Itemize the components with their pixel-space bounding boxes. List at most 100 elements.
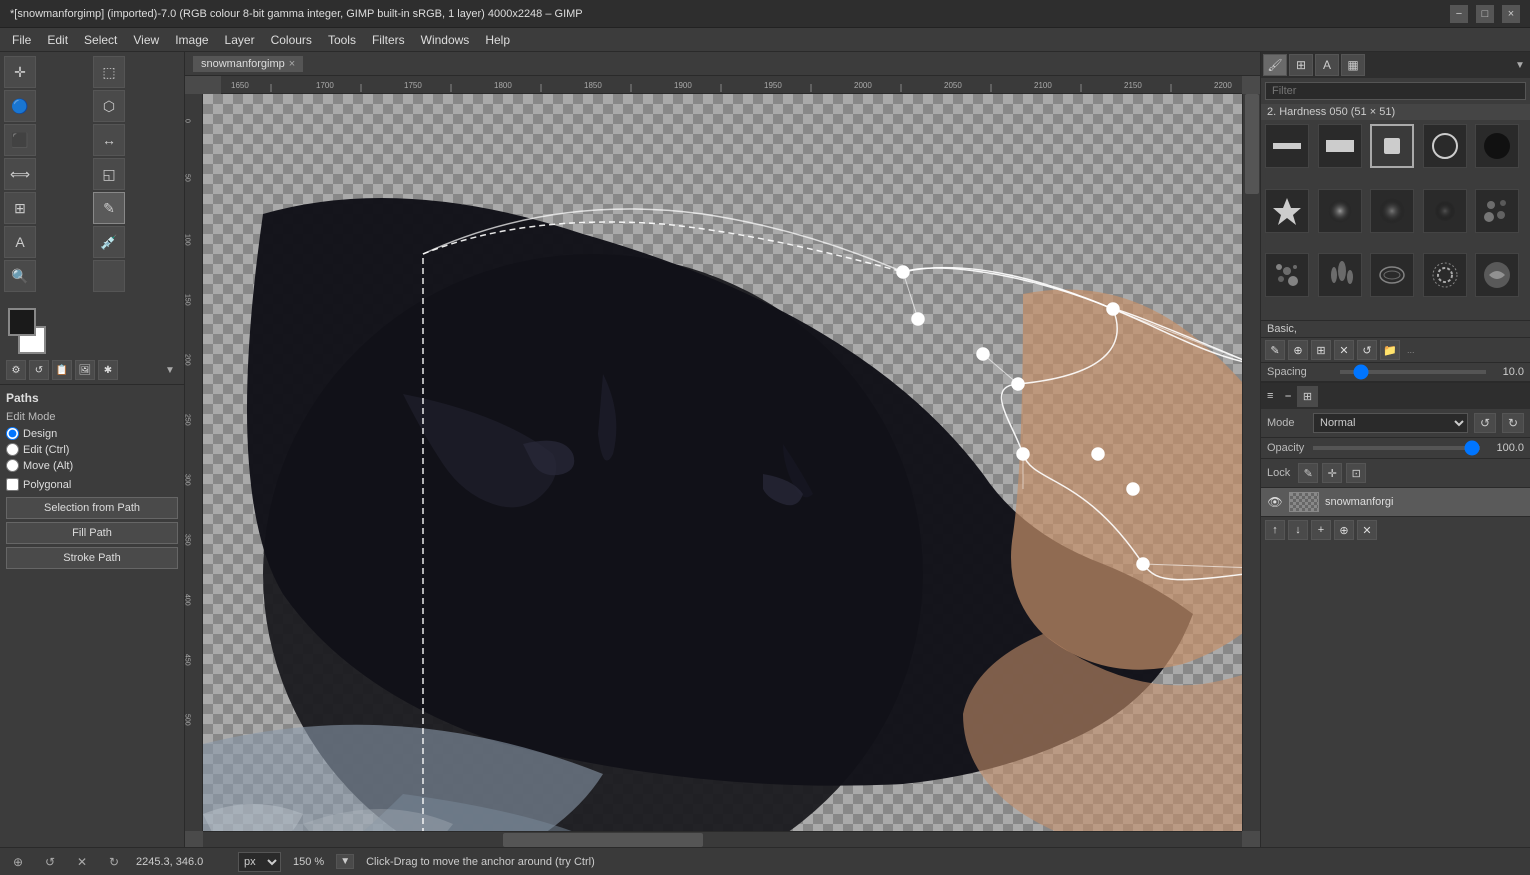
tool-opt-btn4[interactable]: 🖼 [75, 360, 95, 380]
canvas-tab-item[interactable]: snowmanforgimp × [193, 56, 303, 72]
canvas-viewport[interactable] [203, 94, 1242, 831]
canvas-close-icon[interactable]: × [289, 58, 295, 70]
patterns-tab[interactable]: ⊞ [1289, 54, 1313, 76]
unit-select[interactable]: px mm in [238, 852, 281, 872]
fuzzy-select[interactable]: ⬡ [93, 90, 125, 122]
brush-item-0[interactable] [1265, 124, 1309, 168]
tool-opt-btn5[interactable]: ✱ [98, 360, 118, 380]
tool-opt-btn1[interactable]: ⚙ [6, 360, 26, 380]
brush-item-9[interactable] [1475, 189, 1519, 233]
mode-select[interactable]: Normal Multiply Screen [1313, 413, 1468, 433]
expand-btn[interactable]: ▼ [162, 360, 178, 380]
edit-option[interactable]: Edit (Ctrl) [6, 443, 178, 456]
menu-colours[interactable]: Colours [263, 31, 320, 49]
h-scrollbar-thumb[interactable] [503, 833, 703, 847]
brush-delete-btn[interactable]: ✕ [1334, 340, 1354, 360]
perspective-tool[interactable]: ◱ [93, 158, 125, 190]
design-option[interactable]: Design [6, 427, 178, 440]
status-icon-2[interactable]: ↺ [40, 852, 60, 872]
menu-select[interactable]: Select [76, 31, 125, 49]
brush-item-5[interactable] [1265, 189, 1309, 233]
zoom-dropdown-btn[interactable]: ▼ [336, 854, 354, 869]
design-radio[interactable] [6, 427, 19, 440]
mode-redo-btn[interactable]: ↻ [1502, 413, 1524, 433]
brush-folder-btn[interactable]: 📁 [1380, 340, 1400, 360]
menu-help[interactable]: Help [477, 31, 518, 49]
color-picker[interactable]: 💉 [93, 226, 125, 258]
channels-tab[interactable]: ≡ [1261, 386, 1279, 406]
brush-item-13[interactable] [1423, 253, 1467, 297]
layer-move-up-btn[interactable]: ↑ [1265, 520, 1285, 540]
brush-item-7[interactable] [1370, 189, 1414, 233]
menu-tools[interactable]: Tools [320, 31, 364, 49]
brush-item-1[interactable] [1318, 124, 1362, 168]
move-option[interactable]: Move (Alt) [6, 459, 178, 472]
spacing-slider[interactable] [1340, 370, 1486, 374]
status-icon-1[interactable]: ⊕ [8, 852, 28, 872]
brush-refresh-btn[interactable]: ↺ [1357, 340, 1377, 360]
menu-windows[interactable]: Windows [413, 31, 478, 49]
transform-tool[interactable]: ↔ [93, 124, 125, 156]
move-radio[interactable] [6, 459, 19, 472]
layers-list-tab[interactable]: ⊞ [1297, 386, 1318, 407]
lock-alpha-btn[interactable]: ⊡ [1346, 463, 1366, 483]
canvas-scrollbar-horizontal[interactable] [203, 831, 1242, 847]
brush-item-3[interactable] [1423, 124, 1467, 168]
gradients-tab[interactable]: ▦ [1341, 54, 1365, 76]
layer-delete-btn[interactable]: ✕ [1357, 520, 1377, 540]
brush-item-12[interactable] [1370, 253, 1414, 297]
menu-file[interactable]: File [4, 31, 39, 49]
brush-item-4[interactable] [1475, 124, 1519, 168]
brush-edit-btn[interactable]: ✎ [1265, 340, 1285, 360]
layer-copy-btn[interactable]: ⊕ [1334, 520, 1354, 540]
text-tool[interactable]: A [4, 226, 36, 258]
flip-tool[interactable]: ⟺ [4, 158, 36, 190]
polygonal-checkbox[interactable]: Polygonal [6, 478, 178, 491]
menu-layer[interactable]: Layer [217, 31, 263, 49]
tool-opt-btn3[interactable]: 📋 [52, 360, 72, 380]
lock-pixels-btn[interactable]: ✎ [1298, 463, 1318, 483]
canvas-scrollbar-vertical[interactable] [1242, 94, 1260, 831]
lasso-tool[interactable]: 🔵 [4, 90, 36, 122]
layer-add-btn[interactable]: + [1311, 520, 1331, 540]
brush-filter-input[interactable] [1265, 82, 1526, 100]
fonts-tab[interactable]: A [1315, 54, 1339, 76]
brush-paste-btn[interactable]: ⊞ [1311, 340, 1331, 360]
lock-position-btn[interactable]: ✛ [1322, 463, 1342, 483]
brush-item-8[interactable] [1423, 189, 1467, 233]
polygonal-check[interactable] [6, 478, 19, 491]
layer-move-down-btn[interactable]: ↓ [1288, 520, 1308, 540]
menu-image[interactable]: Image [167, 31, 216, 49]
layer-row[interactable]: 👁 snowmanforgi [1261, 488, 1530, 516]
brush-item-14[interactable] [1475, 253, 1519, 297]
opacity-slider[interactable] [1313, 446, 1480, 450]
crop-tool[interactable]: ⬛ [4, 124, 36, 156]
move-tool[interactable]: ✛ [4, 56, 36, 88]
menu-view[interactable]: View [125, 31, 167, 49]
mode-undo-btn[interactable]: ↺ [1474, 413, 1496, 433]
fill-path-button[interactable]: Fill Path [6, 522, 178, 544]
foreground-color[interactable] [8, 308, 36, 336]
menu-filters[interactable]: Filters [364, 31, 413, 49]
brushes-tab[interactable]: 🖌 [1263, 54, 1287, 76]
stroke-path-button[interactable]: Stroke Path [6, 547, 178, 569]
minimize-button[interactable]: − [1450, 5, 1468, 23]
tool-opt-btn2[interactable]: ↺ [29, 360, 49, 380]
v-scrollbar-thumb[interactable] [1245, 94, 1259, 194]
status-icon-3[interactable]: ✕ [72, 852, 92, 872]
status-icon-4[interactable]: ↻ [104, 852, 124, 872]
close-button[interactable]: × [1502, 5, 1520, 23]
layer-visibility-btn[interactable]: 👁 [1267, 494, 1283, 510]
zoom-tool[interactable]: 🔍 [4, 260, 36, 292]
maximize-button[interactable]: □ [1476, 5, 1494, 23]
brush-copy-btn[interactable]: ⊕ [1288, 340, 1308, 360]
menu-edit[interactable]: Edit [39, 31, 76, 49]
align-tool[interactable]: ⊞ [4, 192, 36, 224]
brush-item-11[interactable] [1318, 253, 1362, 297]
edit-radio[interactable] [6, 443, 19, 456]
path-tool[interactable]: ✎ [93, 192, 125, 224]
brush-item-6[interactable] [1318, 189, 1362, 233]
selection-from-path-button[interactable]: Selection from Path [6, 497, 178, 519]
brush-item-2[interactable] [1370, 124, 1414, 168]
paths-tab[interactable]: ⎯ [1279, 386, 1297, 407]
